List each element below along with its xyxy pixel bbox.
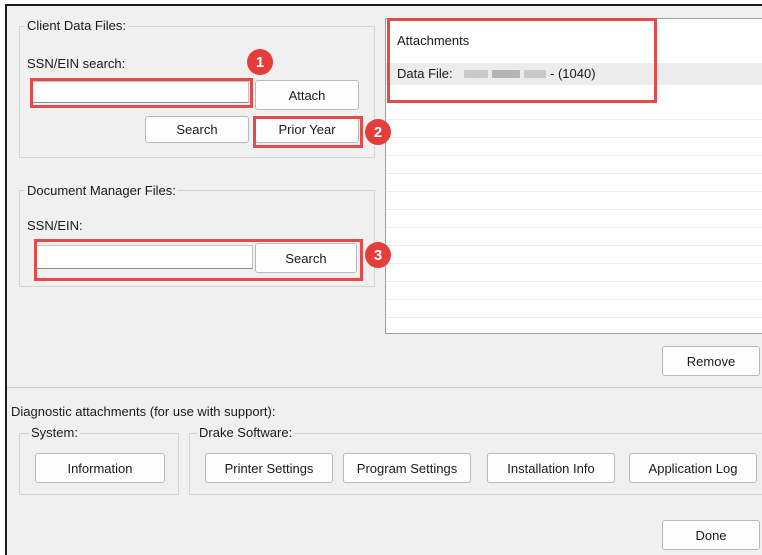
attach-button-label: Attach [288,87,326,103]
doc-ssn-input[interactable] [35,245,253,269]
list-row [386,300,762,318]
done-button-label: Done [695,527,727,543]
list-row [386,282,762,300]
system-legend: System: [29,425,80,441]
data-file-suffix: - (1040) [550,66,596,81]
client-data-files-legend: Client Data Files: [25,18,128,34]
attachments-header: Attachments [397,33,470,48]
ssn-search-label: SSN/EIN search: [27,56,126,71]
information-button[interactable]: Information [35,453,165,483]
list-row [386,228,762,246]
printer-settings-button-label: Printer Settings [224,460,314,476]
drake-software-legend: Drake Software: [197,425,295,441]
list-row [386,138,762,156]
callout-badge-3: 3 [365,242,391,268]
doc-search-button[interactable]: Search [255,243,357,273]
redacted-blur [492,70,520,78]
list-row [386,156,762,174]
ssn-search-input[interactable] [31,81,249,103]
remove-button[interactable]: Remove [662,346,760,376]
list-row [386,246,762,264]
list-row [386,120,762,138]
installation-info-button-label: Installation Info [507,460,595,476]
done-button[interactable]: Done [662,520,760,550]
document-manager-legend: Document Manager Files: [25,183,178,199]
list-row [386,318,762,333]
client-search-button-label: Search [176,122,218,137]
redacted-blur [464,70,488,78]
doc-search-button-label: Search [285,250,327,266]
remove-button-label: Remove [686,353,736,369]
prior-year-button-label: Prior Year [278,122,336,137]
application-log-button-label: Application Log [648,460,738,476]
callout-badge-2: 2 [365,119,391,145]
doc-ssn-label: SSN/EIN: [27,218,83,233]
redacted-blur [524,70,546,78]
installation-info-button[interactable]: Installation Info [487,453,615,483]
section-separator [7,387,762,388]
list-row [386,102,762,120]
application-log-button[interactable]: Application Log [629,453,757,483]
client-search-button[interactable]: Search [145,116,249,143]
attachments-dialog: Client Data Files: SSN/EIN search: Attac… [5,4,762,555]
diagnostics-heading: Diagnostic attachments (for use with sup… [11,404,276,419]
prior-year-button[interactable]: Prior Year [255,116,359,143]
printer-settings-button[interactable]: Printer Settings [205,453,333,483]
data-file-prefix: Data File: [397,66,453,81]
program-settings-button[interactable]: Program Settings [343,453,471,483]
list-row [386,264,762,282]
program-settings-button-label: Program Settings [356,460,458,476]
information-button-label: Information [67,460,133,476]
list-row [386,210,762,228]
list-row [386,192,762,210]
callout-badge-1: 1 [247,49,273,75]
attachments-list[interactable]: Attachments Data File: - (1040) [385,18,762,334]
list-row [386,174,762,192]
attachment-row[interactable]: Data File: - (1040) [386,63,762,85]
attach-button[interactable]: Attach [255,80,359,110]
